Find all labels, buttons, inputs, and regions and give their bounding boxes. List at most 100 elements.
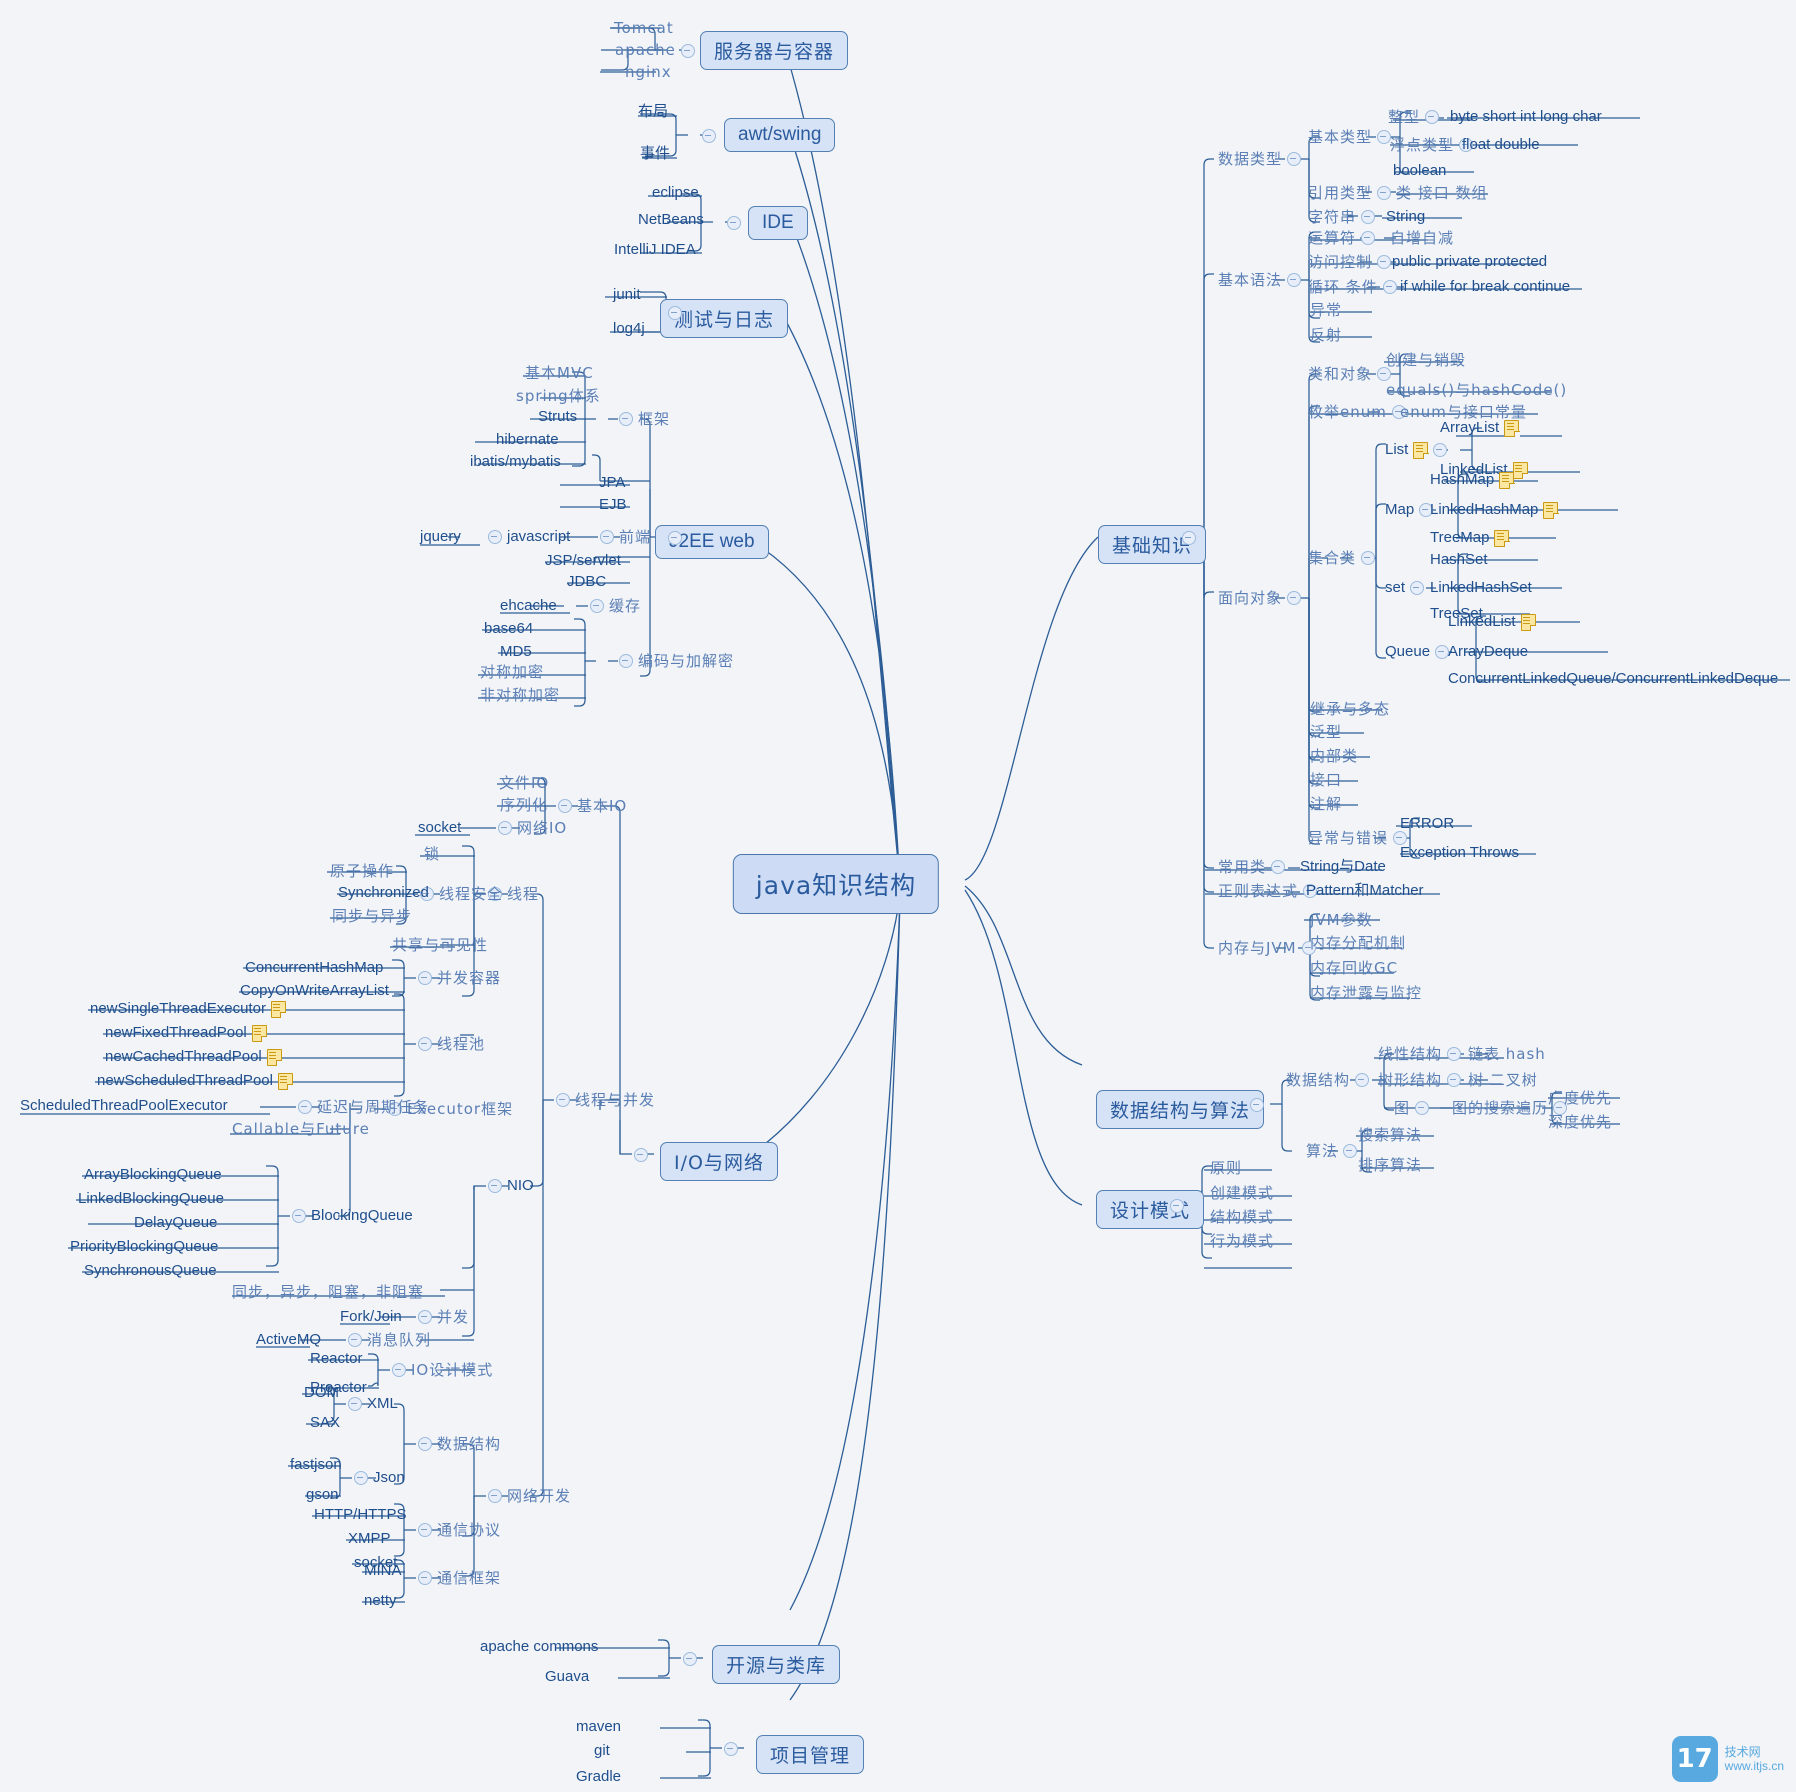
node-git[interactable]: git [594,1742,610,1760]
toggle-framework-icon[interactable] [619,412,633,426]
note-icon[interactable] [251,1024,268,1042]
node-synchronousqueue[interactable]: SynchronousQueue [84,1262,217,1280]
node-primitive-type[interactable]: 基本类型 [1308,128,1392,146]
node-jsp-servlet[interactable]: JSP/servlet [545,552,621,570]
toggle-concurrent-containers-icon[interactable] [418,971,432,985]
node-exception[interactable]: 异常 [1310,301,1342,319]
node-inheritance[interactable]: 继承与多态 [1310,700,1390,718]
node-netbeans[interactable]: NetBeans [638,211,704,229]
toggle-data-format-icon[interactable] [418,1437,432,1451]
toggle-collections-icon[interactable] [1361,551,1376,565]
node-integer-type[interactable]: 整型 [1388,108,1440,126]
node-nginx[interactable]: nginx [625,63,672,81]
node-tomcat[interactable]: Tomcat [614,19,674,37]
node-intellij-idea[interactable]: IntelliJ IDEA [614,241,696,259]
toggle-frontend-icon[interactable] [600,530,614,544]
branch-io-network[interactable]: I/O与网络 [660,1142,778,1181]
toggle-datatype-icon[interactable] [1287,152,1302,166]
node-blockingqueue[interactable]: BlockingQueue [292,1207,413,1225]
node-network-dev[interactable]: 网络开发 [488,1487,571,1505]
node-javascript[interactable]: javascript [488,528,570,546]
node-operator-value[interactable]: 自增自减 [1390,229,1454,247]
node-mem-leak[interactable]: 内存泄露与监控 [1310,984,1422,1002]
node-encrypt[interactable]: 编码与加解密 [619,652,734,670]
branch-ide[interactable]: IDE [748,206,808,240]
toggle-errors-icon[interactable] [1393,831,1408,845]
node-callable-future[interactable]: Callable与Future [232,1120,370,1138]
note-icon[interactable] [1494,529,1510,547]
toggle-thread-pool-icon[interactable] [418,1037,432,1051]
toggle-patterns-icon[interactable] [1170,1199,1184,1213]
node-dfs[interactable]: 深度优先 [1548,1113,1612,1131]
node-ibatis-mybatis[interactable]: ibatis/mybatis [470,453,561,471]
toggle-io-pattern-icon[interactable] [392,1363,406,1377]
branch-servers[interactable]: 服务器与容器 [700,31,849,70]
toggle-network-dev-icon[interactable] [488,1489,502,1503]
node-data-format[interactable]: 数据结构 [418,1435,501,1453]
node-frontend[interactable]: 前端 [600,528,651,546]
toggle-opensource-icon[interactable] [683,1652,697,1666]
node-struts[interactable]: Struts [538,408,577,426]
toggle-syntax-icon[interactable] [1287,273,1302,287]
node-structural[interactable]: 结构模式 [1210,1208,1274,1226]
note-icon[interactable] [1504,419,1520,437]
node-map[interactable]: Map [1385,501,1434,519]
node-loop-condition[interactable]: 循环 条件 [1308,278,1397,296]
node-float-values[interactable]: float double [1462,136,1540,154]
toggle-mq-icon[interactable] [348,1333,362,1347]
node-set[interactable]: set [1385,579,1425,597]
node-error[interactable]: ERROR [1400,815,1454,833]
node-thread-concurrency[interactable]: 线程与并发 [556,1091,655,1109]
node-comm-framework[interactable]: 通信框架 [418,1569,501,1587]
branch-design-patterns[interactable]: 设计模式 [1096,1190,1205,1229]
node-gson[interactable]: gson [306,1486,339,1504]
node-asymmetric-encrypt[interactable]: 非对称加密 [480,686,560,704]
toggle-integer-icon[interactable] [1425,110,1440,124]
toggle-javascript-icon[interactable] [488,530,502,544]
node-linear-value[interactable]: 链表 hash [1468,1045,1546,1063]
node-string-date[interactable]: String与Date [1300,858,1386,876]
node-loop-values[interactable]: if while for break continue [1400,278,1570,296]
branch-ds-algo[interactable]: 数据结构与算法 [1096,1090,1265,1129]
node-creational[interactable]: 创建模式 [1210,1184,1274,1202]
node-gc[interactable]: 内存回收GC [1310,959,1398,977]
node-http-https[interactable]: HTTP/HTTPS [314,1506,407,1524]
node-message-queue[interactable]: 消息队列 [348,1331,431,1349]
node-base64[interactable]: base64 [484,620,533,638]
node-syntax[interactable]: 基本语法 [1218,271,1302,289]
note-icon[interactable] [1499,471,1515,489]
toggle-ide-icon[interactable] [727,216,741,230]
note-icon[interactable] [270,1000,287,1018]
toggle-basic-io-icon[interactable] [558,799,572,813]
node-socket-io[interactable]: socket [418,819,461,837]
node-common-class[interactable]: 常用类 [1218,858,1286,876]
toggle-algos-icon[interactable] [1343,1144,1358,1158]
node-enum[interactable]: 枚举enum [1308,403,1406,421]
toggle-ds-icon[interactable] [1250,1098,1264,1112]
node-linkedhashmap[interactable]: LinkedHashMap [1430,501,1559,519]
node-concurrenthashmap[interactable]: ConcurrentHashMap [245,959,383,977]
node-newsinglethreadexecutor[interactable]: newSingleThreadExecutor [90,1000,287,1018]
branch-project-mgmt[interactable]: 项目管理 [756,1735,865,1774]
node-inner-class[interactable]: 内部类 [1310,747,1358,765]
node-gradle[interactable]: Gradle [576,1768,621,1786]
toggle-oop-icon[interactable] [1287,591,1302,605]
node-boolean[interactable]: boolean [1393,162,1446,180]
node-operator[interactable]: 运算符 [1308,229,1376,247]
node-string-type[interactable]: 字符串 [1308,208,1376,226]
node-concurrent-containers[interactable]: 并发容器 [418,969,501,987]
node-reactor[interactable]: Reactor [310,1350,363,1368]
root-node[interactable]: java知识结构 [732,854,940,914]
node-linkedhashset[interactable]: LinkedHashSet [1430,579,1532,597]
toggle-nio-icon[interactable] [488,1179,502,1193]
toggle-awt-icon[interactable] [702,129,716,143]
node-atomic-op[interactable]: 原子操作 [330,862,394,880]
node-tree-value[interactable]: 树 二叉树 [1468,1071,1538,1089]
node-reference-type[interactable]: 引用类型 [1308,184,1392,202]
toggle-cache-icon[interactable] [590,599,604,613]
node-file-io[interactable]: 文件IO [499,774,549,792]
toggle-queue-icon[interactable] [1435,645,1450,659]
node-float-type[interactable]: 浮点类型 [1390,136,1474,154]
node-mina[interactable]: MINA [364,1562,402,1580]
node-jpa[interactable]: JPA [599,474,625,492]
